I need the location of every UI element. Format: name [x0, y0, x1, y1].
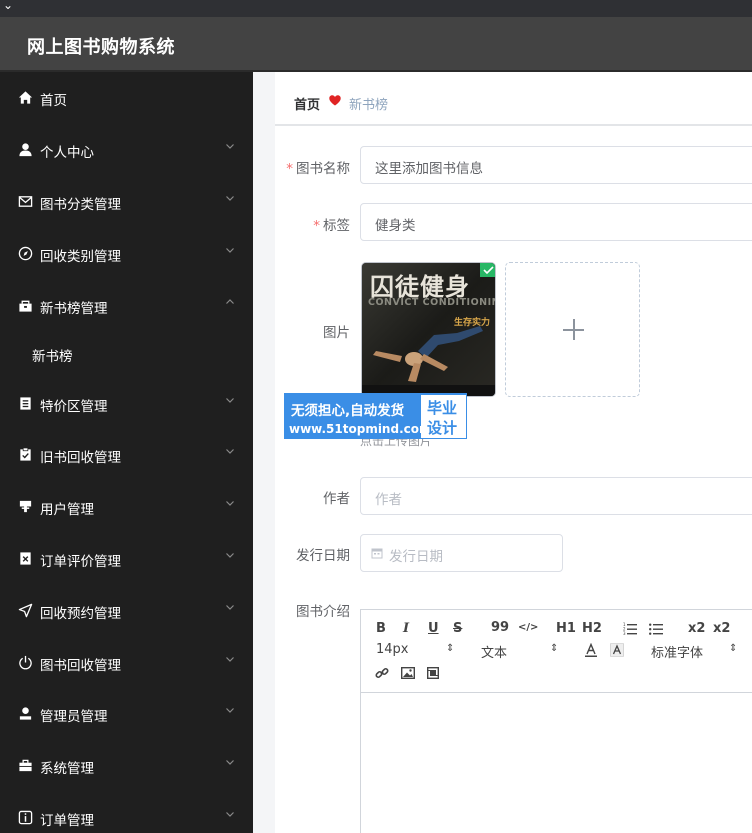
svg-text:3: 3: [623, 631, 626, 635]
release-date-picker[interactable]: 发行日期: [360, 534, 563, 572]
release-date-label: 发行日期: [296, 548, 350, 564]
select-arrows-icon: ⇕: [550, 643, 559, 654]
suitcase-icon: [19, 759, 32, 772]
heading1-button[interactable]: H1: [556, 621, 576, 636]
sidebar-item-order-review[interactable]: 订单评价管理: [0, 539, 253, 579]
author-label: 作者: [323, 491, 350, 507]
select-arrows-icon: ⇕: [729, 643, 738, 654]
chevron-up-icon: [226, 299, 234, 304]
app-header: 网上图书购物系统: [0, 17, 752, 72]
tag-label: * 标签: [313, 218, 350, 234]
sidebar-subitem-new-books[interactable]: 新书榜: [0, 334, 253, 374]
chevron-down-icon: [226, 398, 234, 403]
chevron-down-icon: [226, 812, 234, 817]
font-color-icon[interactable]: [584, 643, 598, 657]
document-delete-icon: [20, 552, 31, 565]
clipboard-check-icon: [20, 447, 31, 461]
chevron-down-icon: [226, 553, 234, 558]
heart-icon: [329, 95, 341, 106]
admin-user-icon: [19, 707, 32, 720]
power-icon: [19, 655, 32, 670]
code-block-button[interactable]: </>: [518, 622, 538, 633]
watermark-badge: 无须担心,自动发货 www.51topmind.com 毕业 设计: [284, 393, 467, 439]
link-icon[interactable]: [375, 666, 389, 680]
chevron-down-icon: [226, 144, 234, 149]
sidebar-item-book-category[interactable]: 图书分类管理: [0, 182, 253, 222]
chevron-down-icon[interactable]: ⌄: [3, 0, 13, 12]
book-name-label: * 图书名称: [286, 161, 350, 177]
sidebar-item-system-mgmt[interactable]: 系统管理: [0, 746, 253, 786]
chevron-down-icon: [226, 501, 234, 506]
chevron-down-icon: [226, 196, 234, 201]
editor-toolbar: B I U S 99 </> H1 H2 123 x2 x2 14px ⇕ 文本…: [361, 610, 752, 693]
watermark-box: 毕业 设计: [421, 395, 466, 438]
sidebar-item-order-mgmt[interactable]: 订单管理: [0, 798, 253, 833]
mail-icon: [18, 196, 33, 207]
sidebar-item-new-books-mgmt[interactable]: 新书榜管理: [0, 286, 253, 326]
select-arrows-icon: ⇕: [446, 643, 455, 654]
chevron-down-icon: [226, 657, 234, 662]
heading2-button[interactable]: H2: [582, 621, 602, 636]
top-strip: ⌄: [0, 0, 752, 17]
superscript-button[interactable]: x2: [713, 621, 730, 636]
book-cover-subtitle: CONVICT CONDITIONING: [368, 297, 496, 308]
user-icon: [19, 143, 32, 157]
sell-icon: [19, 300, 32, 312]
chevron-down-icon: [226, 760, 234, 765]
blockquote-button[interactable]: 99: [491, 620, 509, 635]
sidebar-item-special-price[interactable]: 特价区管理: [0, 384, 253, 424]
bullet-list-icon[interactable]: [649, 622, 663, 635]
underline-button[interactable]: U: [428, 621, 439, 636]
notebook-icon: [20, 397, 31, 410]
calendar-icon: [371, 548, 383, 559]
position-icon: [18, 603, 33, 618]
breadcrumb-home[interactable]: 首页: [294, 94, 320, 113]
font-family-select[interactable]: 标准字体: [651, 642, 703, 661]
book-intro-label: 图书介绍: [296, 604, 350, 620]
author-input[interactable]: 作者: [360, 477, 752, 515]
breadcrumb: 首页 新书榜: [275, 72, 752, 126]
book-cover-tagline: 生存实力: [454, 318, 491, 328]
sidebar-item-old-book-recycle[interactable]: 旧书回收管理: [0, 435, 253, 475]
book-name-input[interactable]: 这里添加图书信息: [360, 146, 752, 184]
ordered-list-icon[interactable]: 123: [623, 622, 637, 635]
text-type-select[interactable]: 文本: [481, 642, 507, 661]
image-upload-button[interactable]: [505, 262, 640, 397]
background-color-icon[interactable]: [610, 643, 624, 657]
chevron-down-icon: [226, 449, 234, 454]
stamp-icon: [19, 500, 32, 513]
chevron-down-icon: [226, 708, 234, 713]
watermark-line2: www.51topmind.com: [289, 422, 432, 436]
chevron-down-icon: [226, 605, 234, 610]
rich-text-editor: B I U S 99 </> H1 H2 123 x2 x2 14px ⇕ 文本…: [360, 609, 752, 833]
strike-button[interactable]: S: [453, 621, 462, 636]
bold-button[interactable]: B: [376, 621, 386, 636]
image-icon[interactable]: [401, 667, 415, 679]
watermark-line1: 无须担心,自动发货: [291, 403, 405, 419]
chevron-down-icon: [226, 248, 234, 253]
home-icon: [18, 91, 33, 104]
compass-icon: [18, 246, 33, 261]
book-cover-thumbnail[interactable]: 囚徒健身 CONVICT CONDITIONING 生存实力: [361, 262, 496, 397]
breadcrumb-current: 新书榜: [349, 98, 389, 113]
sidebar: 首页 个人中心 图书分类管理 回收类别管理 新书榜管理 新书榜 特价区管理 旧书…: [0, 72, 253, 833]
sidebar-item-recycle-appointment[interactable]: 回收预约管理: [0, 591, 253, 631]
sidebar-item-user-mgmt[interactable]: 用户管理: [0, 487, 253, 527]
picture-label: 图片: [323, 325, 350, 341]
sidebar-item-recycle-category[interactable]: 回收类别管理: [0, 234, 253, 274]
content-gutter: [253, 72, 275, 833]
sidebar-item-book-recycle[interactable]: 图书回收管理: [0, 643, 253, 683]
video-icon[interactable]: [427, 667, 439, 679]
italic-button[interactable]: I: [403, 621, 409, 636]
app-title: 网上图书购物系统: [27, 37, 175, 58]
info-icon: [18, 810, 33, 825]
sidebar-item-home[interactable]: 首页: [0, 78, 253, 118]
sidebar-item-personal-center[interactable]: 个人中心: [0, 130, 253, 170]
tag-input[interactable]: 健身类: [360, 203, 752, 241]
font-size-select[interactable]: 14px: [376, 642, 409, 657]
subscript-button[interactable]: x2: [688, 621, 705, 636]
sidebar-item-admin-mgmt[interactable]: 管理员管理: [0, 694, 253, 734]
